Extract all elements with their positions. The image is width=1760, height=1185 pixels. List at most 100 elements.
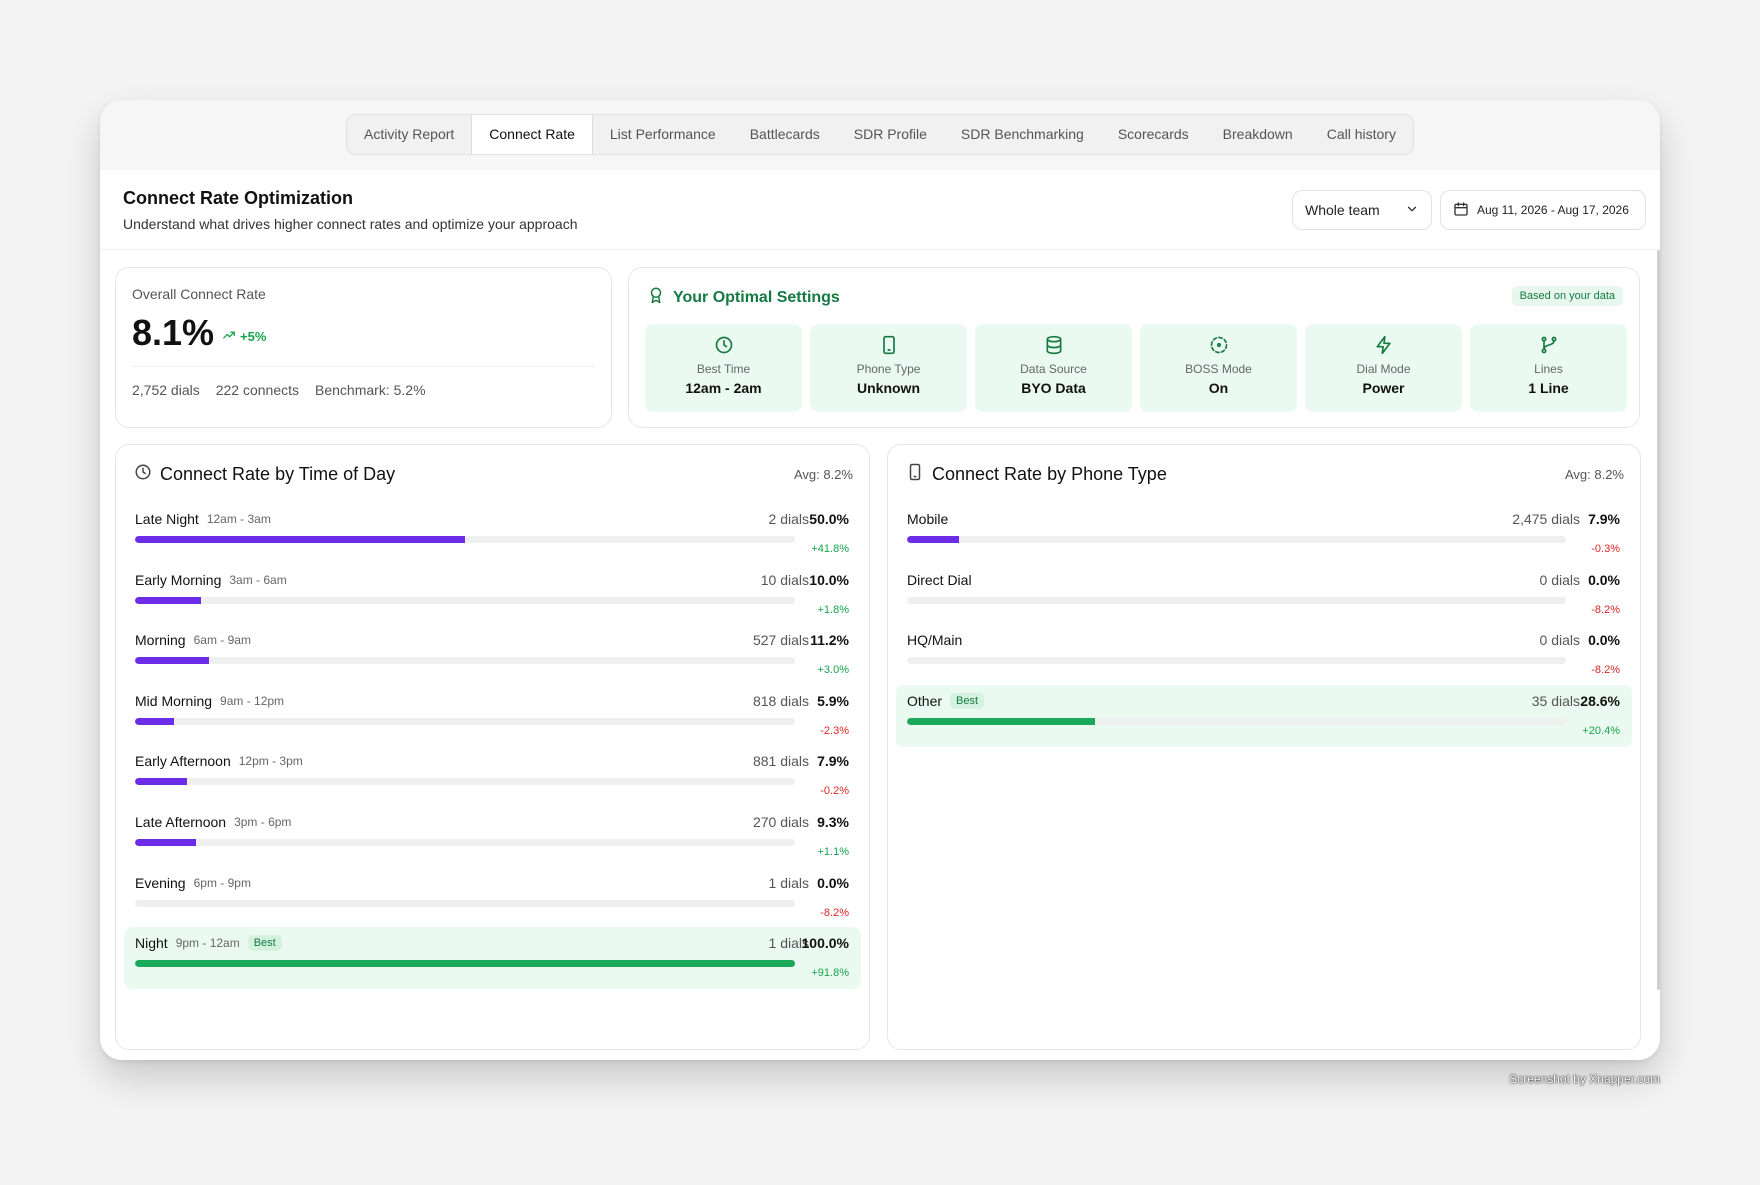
setting-data-source: Data Source BYO Data xyxy=(975,324,1132,412)
app-window: Activity Report Connect Rate List Performa… xyxy=(100,100,1660,1060)
best-badge: Best xyxy=(950,692,985,709)
row-change: -2.3% xyxy=(820,724,849,737)
phone-icon xyxy=(878,334,900,356)
rate-bar-track xyxy=(135,778,795,786)
row-label: Direct Dial xyxy=(907,572,972,588)
row-dials: 527 dials xyxy=(752,632,809,649)
rate-bar-track xyxy=(135,596,795,604)
row-dials: 35 dials xyxy=(1531,692,1580,709)
row-time-range: 6pm - 9pm xyxy=(193,875,251,890)
tab-call-history[interactable]: Call history xyxy=(1310,115,1413,154)
rate-bar-track xyxy=(135,960,795,968)
setting-phone-type: Phone Type Unknown xyxy=(810,324,967,412)
row-label: Night 9pm - 12am Best xyxy=(135,935,282,952)
tab-scorecards[interactable]: Scorecards xyxy=(1101,115,1206,154)
row-name: Mid Morning xyxy=(135,692,213,709)
screenshot-credit: Screenshot by Xnapper.com xyxy=(1509,1072,1660,1086)
row-label: Early Morning 3am - 6am xyxy=(135,572,287,588)
overall-connect-rate-card: Overall Connect Rate 8.1% +5% 2,752 dial… xyxy=(115,267,612,428)
rate-row: Late Afternoon 3pm - 6pm 270 dials 9.3% +1.1… xyxy=(124,806,861,868)
rate-bar-track xyxy=(907,657,1566,665)
rate-row: Direct Dial 0 dials 0.0% -8.2% xyxy=(896,564,1632,626)
phone-type-avg: Avg: 8.2% xyxy=(1564,467,1624,482)
row-label: Evening 6pm - 9pm xyxy=(135,875,251,891)
optimal-settings-title-text: Your Optimal Settings xyxy=(673,288,840,306)
setting-value: Unknown xyxy=(857,380,920,396)
overall-label: Overall Connect Rate xyxy=(132,286,266,302)
row-time-range: 3pm - 6pm xyxy=(234,815,292,829)
setting-label: Dial Mode xyxy=(1356,362,1411,376)
tab-sdr-benchmarking[interactable]: SDR Benchmarking xyxy=(944,115,1101,154)
row-dials: 10 dials xyxy=(760,571,809,588)
tab-sdr-profile[interactable]: SDR Profile xyxy=(837,115,944,154)
row-time-range: 3am - 6am xyxy=(229,572,287,587)
tab-connect-rate[interactable]: Connect Rate xyxy=(471,115,593,154)
rate-bar-fill xyxy=(135,536,465,543)
phone-type-panel: Connect Rate by Phone Type Avg: 8.2% Mob… xyxy=(887,444,1641,1050)
branch-icon xyxy=(1538,334,1560,356)
phone-type-title: Connect Rate by Phone Type xyxy=(906,463,1167,486)
row-percent: 28.6% xyxy=(1580,692,1620,709)
row-label: Mid Morning 9am - 12pm xyxy=(135,693,284,709)
rate-bar-fill xyxy=(907,536,960,543)
tab-activity-report[interactable]: Activity Report xyxy=(347,115,471,154)
row-label: Mobile xyxy=(907,511,948,527)
row-label: Early Afternoon 12pm - 3pm xyxy=(135,753,303,769)
rate-bar-track xyxy=(907,717,1566,725)
team-select-value: Whole team xyxy=(1305,202,1380,218)
award-icon xyxy=(647,286,665,309)
row-percent: 100.0% xyxy=(801,935,849,952)
row-name: HQ/Main xyxy=(907,632,963,649)
setting-best-time: Best Time 12am - 2am xyxy=(645,324,802,412)
time-of-day-title: Connect Rate by Time of Day xyxy=(134,463,395,486)
optimal-settings-card: Your Optimal Settings Based on your data… xyxy=(628,267,1640,428)
row-label: Other Best xyxy=(907,692,985,709)
setting-label: BOSS Mode xyxy=(1185,362,1252,376)
date-range-value: Aug 11, 2026 - Aug 17, 2026 xyxy=(1477,203,1629,217)
settings-list: Best Time 12am - 2am Phone Type Unknown Data… xyxy=(645,324,1627,412)
date-range-picker[interactable]: Aug 11, 2026 - Aug 17, 2026 xyxy=(1440,190,1646,230)
row-dials: 2 dials xyxy=(768,511,809,527)
rate-row: Morning 6am - 9am 527 dials 11.2% +3.0% xyxy=(124,624,861,686)
row-label: Late Afternoon 3pm - 6pm xyxy=(135,814,291,830)
rate-row: HQ/Main 0 dials 0.0% -8.2% xyxy=(896,624,1632,686)
overall-delta-value: +5% xyxy=(240,329,267,344)
row-name: Mobile xyxy=(907,511,949,527)
setting-label: Best Time xyxy=(696,362,751,376)
setting-label: Phone Type xyxy=(856,362,921,376)
setting-dial-mode: Dial Mode Power xyxy=(1305,324,1462,412)
rate-row: Early Morning 3am - 6am 10 dials 10.0% +1.8% xyxy=(124,564,861,626)
row-dials: 2,475 dials xyxy=(1512,511,1580,527)
row-time-range: 12pm - 3pm xyxy=(238,754,303,769)
page-header: Connect Rate Optimization Understand wha… xyxy=(100,170,1660,250)
overall-connects: 222 connects xyxy=(215,382,300,398)
row-change: -8.2% xyxy=(820,906,849,919)
setting-label: Data Source xyxy=(1020,362,1087,376)
row-dials: 270 dials xyxy=(752,814,809,830)
row-change: +3.0% xyxy=(817,664,850,677)
overall-delta: +5% xyxy=(222,328,266,345)
clock-icon xyxy=(713,334,735,356)
rate-bar-fill xyxy=(135,960,795,968)
rate-bar-fill xyxy=(135,839,197,846)
trending-up-icon xyxy=(222,328,236,345)
row-name: Evening xyxy=(135,874,186,891)
tab-battlecards[interactable]: Battlecards xyxy=(733,115,837,154)
row-percent: 50.0% xyxy=(809,511,849,527)
row-change: +1.1% xyxy=(817,846,850,858)
row-change: +41.8% xyxy=(811,543,849,555)
overall-dials: 2,752 dials xyxy=(132,382,200,398)
tab-list-performance[interactable]: List Performance xyxy=(593,115,733,154)
scrollbar[interactable] xyxy=(1657,250,1660,990)
page-title: Connect Rate Optimization xyxy=(123,188,354,208)
tab-bar-wrap: Activity Report Connect Rate List Performa… xyxy=(100,114,1660,155)
row-name: Other xyxy=(907,692,943,709)
setting-value: 1 Line xyxy=(1528,380,1569,396)
tab-breakdown[interactable]: Breakdown xyxy=(1206,115,1310,154)
setting-value: Power xyxy=(1362,380,1405,396)
setting-value: 12am - 2am xyxy=(685,380,762,396)
row-label: Morning 6am - 9am xyxy=(135,632,251,648)
row-name: Early Morning xyxy=(135,571,222,588)
rate-bar-track xyxy=(135,657,795,665)
team-select[interactable]: Whole team xyxy=(1292,190,1432,230)
